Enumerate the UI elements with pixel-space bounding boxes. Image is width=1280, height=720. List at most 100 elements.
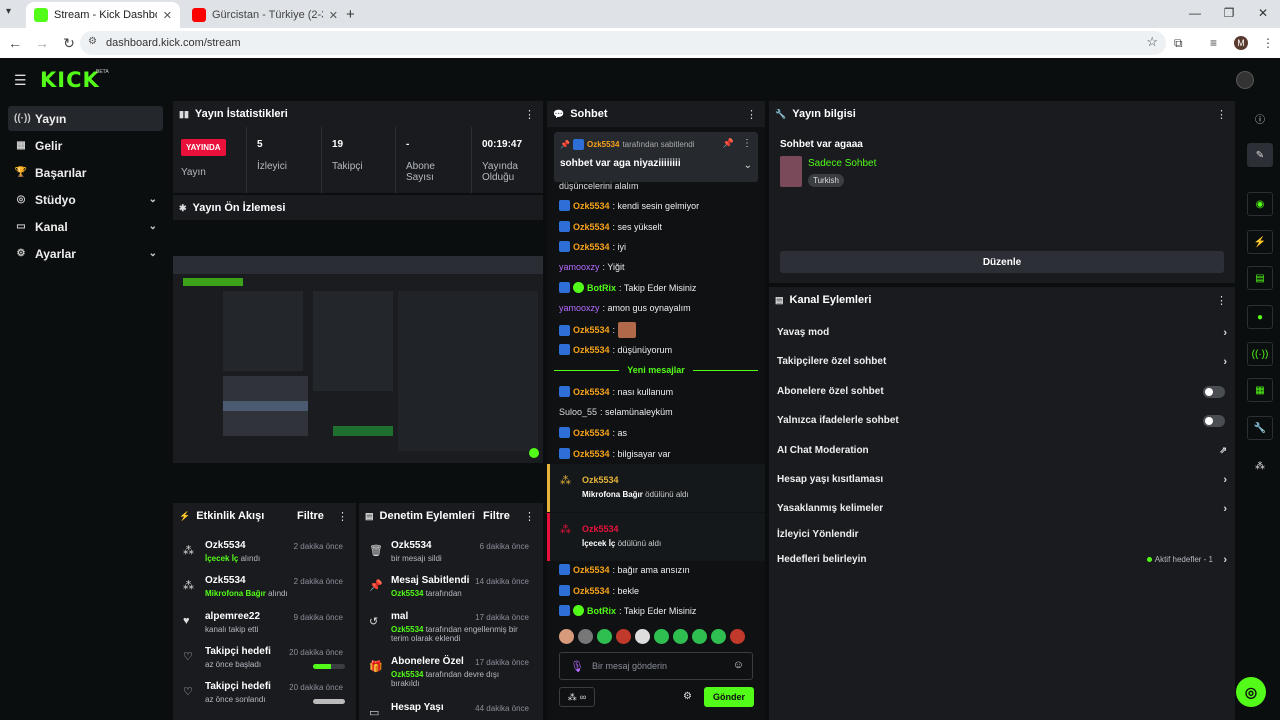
goal-progress-bar bbox=[313, 699, 345, 704]
kebab-menu-icon[interactable]: ⋮ bbox=[524, 108, 535, 121]
new-tab-button[interactable]: + bbox=[346, 6, 355, 23]
kick-logo[interactable]: KICK bbox=[40, 68, 100, 92]
support-chat-icon[interactable]: ◎ bbox=[1236, 677, 1266, 707]
document-icon[interactable]: ▤ bbox=[1247, 266, 1273, 290]
address-bar-row: ← → ↻ ⚙ dashboard.kick.com/stream ☆ bbox=[0, 28, 1280, 58]
moderation-time: 44 dakika önce bbox=[475, 704, 529, 713]
channel-points-button[interactable]: ⁂ ∞ bbox=[559, 687, 595, 707]
action-raid[interactable]: İzleyici Yönlendir bbox=[777, 529, 1227, 540]
wrench-icon[interactable]: 🔧 bbox=[1247, 416, 1273, 440]
category-link[interactable]: Sadece Sohbet bbox=[808, 158, 876, 169]
emote-icon[interactable] bbox=[730, 629, 745, 644]
kebab-menu-icon[interactable]: ⋮ bbox=[1216, 108, 1227, 121]
emote-icon[interactable] bbox=[559, 629, 574, 644]
channel-actions-icon: ▤ bbox=[775, 294, 784, 305]
emote-icon[interactable] bbox=[692, 629, 707, 644]
chevron-down-icon[interactable]: ⌄ bbox=[149, 248, 157, 259]
chevron-down-icon[interactable]: ⌄ bbox=[149, 194, 157, 205]
points-icon: ⁂ bbox=[567, 691, 577, 702]
chat-settings-icon[interactable]: ⚙ bbox=[683, 691, 692, 702]
close-window-button[interactable]: ✕ bbox=[1246, 0, 1280, 28]
kebab-menu-icon[interactable]: ⋮ bbox=[524, 510, 535, 523]
sidebar-item-kanal[interactable]: ▭ Kanal ⌄ bbox=[8, 214, 163, 239]
media-icon[interactable]: ≡ bbox=[1210, 28, 1217, 58]
browser-tab-kick[interactable]: Stream - Kick Dashboard ✕ bbox=[26, 2, 180, 28]
edit-button[interactable]: Düzenle bbox=[780, 251, 1224, 273]
sidebar-item-ayarlar[interactable]: ⚙ Ayarlar ⌄ bbox=[8, 241, 163, 266]
sidebar-item-basarilar[interactable]: 🏆 Başarılar bbox=[8, 160, 163, 185]
action-goals[interactable]: Hedefleri belirleyin Aktif hedefler - 1 … bbox=[777, 553, 1227, 566]
kebab-menu-icon[interactable]: ⋮ bbox=[742, 138, 752, 149]
emoji-picker-icon[interactable]: ☺ bbox=[733, 659, 744, 671]
kebab-menu-icon[interactable]: ⋮ bbox=[337, 510, 348, 523]
activity-name: Ozk5534 bbox=[205, 540, 246, 551]
action-ai-moderation[interactable]: AI Chat Moderation ⇗ bbox=[777, 445, 1227, 456]
emote-icon[interactable] bbox=[654, 629, 669, 644]
profile-avatar[interactable]: M bbox=[1234, 36, 1248, 50]
site-info-icon[interactable]: ⚙ bbox=[88, 36, 97, 47]
forward-icon[interactable]: → bbox=[30, 35, 54, 51]
moderation-panel: ▤ Denetim Eylemleri Filtre ⋮ 🗑 Ozk5534 bi… bbox=[359, 503, 543, 720]
sidebar-item-studyo[interactable]: ◎ Stüdyo ⌄ bbox=[8, 187, 163, 212]
chevron-down-icon[interactable]: ⌄ bbox=[744, 160, 752, 171]
emote-icon[interactable] bbox=[597, 629, 612, 644]
unpin-icon[interactable]: 📌 bbox=[723, 138, 734, 149]
action-subscribers-only[interactable]: Abonelere özel sohbet bbox=[777, 385, 1227, 398]
activity-detail: Mikrofona Bağır alındı bbox=[205, 589, 288, 598]
subscribers-only-toggle[interactable] bbox=[1203, 385, 1225, 398]
sidebar-item-yayin[interactable]: ((·)) Yayın bbox=[8, 106, 163, 131]
mod-badge-icon bbox=[559, 605, 570, 616]
microphone-icon[interactable]: 🎙 bbox=[570, 660, 584, 673]
kebab-menu-icon[interactable]: ⋮ bbox=[746, 108, 757, 121]
activity-name: Takipçi hedefi bbox=[205, 646, 271, 657]
lightning-icon[interactable]: ⚡ bbox=[1247, 230, 1273, 254]
kebab-menu-icon[interactable]: ⋮ bbox=[1216, 294, 1227, 307]
chat-bubble-icon[interactable]: ● bbox=[1247, 305, 1273, 329]
layout-icon[interactable]: ▦ bbox=[1247, 378, 1273, 402]
extensions-icon[interactable]: ⧉ bbox=[1174, 28, 1183, 58]
broadcast-icon[interactable]: ((·)) bbox=[1247, 342, 1273, 366]
chat-message: Ozk5534: bbox=[559, 322, 637, 338]
hamburger-menu-icon[interactable]: ☰ bbox=[14, 72, 27, 89]
tab-close-icon[interactable]: ✕ bbox=[163, 9, 172, 22]
edit-pencil-icon[interactable]: ✎ bbox=[1247, 143, 1273, 167]
emote-icon[interactable] bbox=[673, 629, 688, 644]
reload-icon[interactable]: ↻ bbox=[57, 35, 81, 52]
chevron-right-icon: › bbox=[1223, 553, 1227, 566]
action-emotes-only[interactable]: Yalnızca ifadelerle sohbet bbox=[777, 414, 1227, 427]
action-banned-words[interactable]: Yasaklanmış kelimeler › bbox=[777, 503, 1227, 515]
chevron-down-icon[interactable]: ⌄ bbox=[149, 221, 157, 232]
tab-close-icon[interactable]: ✕ bbox=[329, 9, 338, 22]
mod-badge-icon bbox=[559, 585, 570, 596]
send-button[interactable]: Gönder bbox=[704, 687, 754, 707]
focus-icon[interactable]: ◉ bbox=[1247, 192, 1273, 216]
points-icon[interactable]: ⁂ bbox=[1247, 454, 1273, 478]
browser-tab-youtube[interactable]: Gürcistan - Türkiye (2-3) Maç Ö ✕ bbox=[184, 2, 346, 28]
moderation-filter-button[interactable]: Filtre bbox=[483, 510, 510, 522]
stream-preview-video[interactable] bbox=[173, 256, 543, 463]
action-account-age[interactable]: Hesap yaşı kısıtlaması › bbox=[777, 474, 1227, 486]
chat-input[interactable]: 🎙 Bir mesaj gönderin ☺ bbox=[559, 652, 753, 680]
tab-list-menu-icon[interactable]: ▾ bbox=[6, 6, 11, 17]
url-field[interactable]: ⚙ dashboard.kick.com/stream ☆ bbox=[80, 31, 1166, 55]
stream-preview[interactable] bbox=[173, 220, 543, 463]
emote-icon[interactable] bbox=[616, 629, 631, 644]
info-icon[interactable]: ⓘ bbox=[1247, 106, 1273, 130]
activity-name: alpemree22 bbox=[205, 611, 261, 622]
minimize-button[interactable]: — bbox=[1178, 0, 1212, 28]
browser-menu-icon[interactable]: ⋮ bbox=[1262, 28, 1274, 58]
emotes-only-toggle[interactable] bbox=[1203, 414, 1225, 427]
restore-button[interactable]: ❐ bbox=[1212, 0, 1246, 28]
pinned-message[interactable]: 📌 Ozk5534 tarafından sabitlendi 📌 ⋮ sohb… bbox=[554, 132, 758, 182]
emote-icon[interactable] bbox=[635, 629, 650, 644]
emote-icon[interactable] bbox=[578, 629, 593, 644]
activity-filter-button[interactable]: Filtre bbox=[297, 510, 324, 522]
back-icon[interactable]: ← bbox=[3, 35, 27, 51]
action-followers-only[interactable]: Takipçilere özel sohbet › bbox=[777, 356, 1227, 368]
bookmark-star-icon[interactable]: ☆ bbox=[1146, 34, 1158, 50]
right-toolbar: ⓘ ✎ ◉ ⚡ ▤ ● ((·)) ▦ 🔧 ⁂ bbox=[1240, 100, 1280, 720]
sidebar-item-gelir[interactable]: ▦ Gelir bbox=[8, 133, 163, 158]
user-avatar[interactable] bbox=[1236, 71, 1254, 89]
emote-icon[interactable] bbox=[711, 629, 726, 644]
action-slow-mode[interactable]: Yavaş mod › bbox=[777, 327, 1227, 339]
